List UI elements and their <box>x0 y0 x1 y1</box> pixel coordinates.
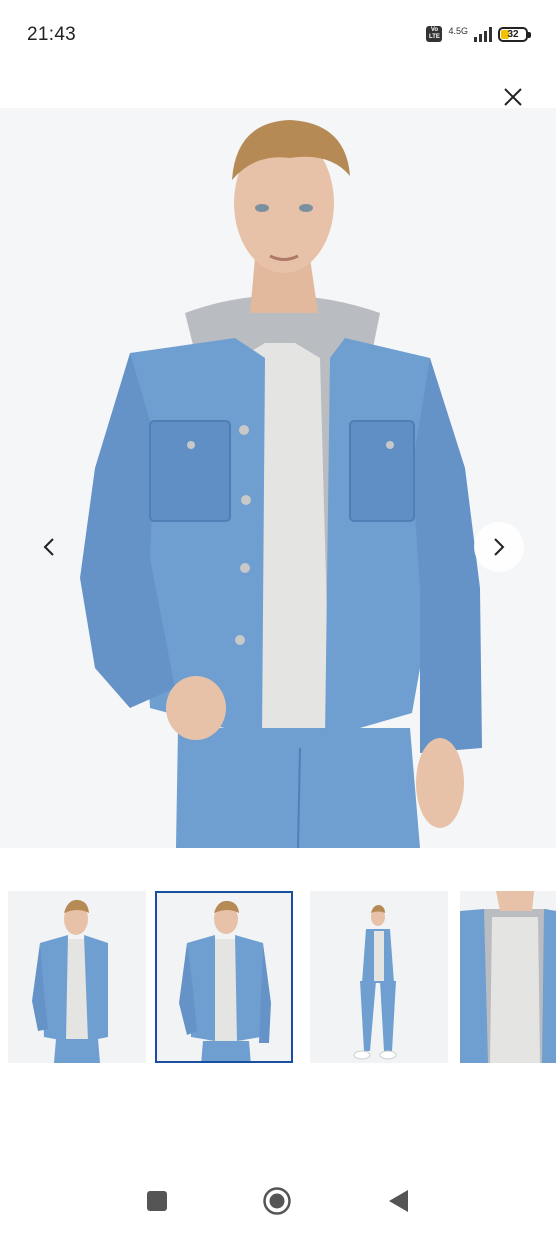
network-type: 4.5G <box>448 25 468 36</box>
battery-icon: 32 <box>498 26 531 42</box>
status-icons: Vo LTE 4.5G 32 <box>426 24 531 44</box>
volte-icon: Vo LTE <box>426 26 443 42</box>
signal-icon <box>474 26 492 42</box>
circle-icon <box>263 1187 291 1215</box>
thumbnail-image <box>32 899 108 1063</box>
thumbnail-3[interactable] <box>310 891 448 1063</box>
model-illustration <box>0 108 556 848</box>
square-icon <box>147 1191 167 1211</box>
recents-button[interactable] <box>146 1190 168 1212</box>
next-image-button[interactable] <box>474 522 524 572</box>
thumbnail-2[interactable] <box>155 891 293 1063</box>
chevron-right-icon <box>494 538 505 556</box>
thumbnail-image <box>353 905 397 1060</box>
thumbnail-strip[interactable] <box>0 889 556 1067</box>
thumbnail-image <box>179 900 271 1061</box>
back-button[interactable] <box>388 1189 410 1213</box>
volte-label-top: Vo <box>430 27 439 33</box>
chevron-left-icon <box>43 538 54 556</box>
thumbnail-image <box>460 891 556 1063</box>
battery-level: 32 <box>507 28 519 40</box>
status-bar: 21:43 Vo LTE 4.5G 32 <box>0 0 556 70</box>
home-button[interactable] <box>262 1186 292 1216</box>
thumbnail-4[interactable] <box>460 891 556 1063</box>
volte-label-bottom: LTE <box>429 34 440 40</box>
system-nav-bar <box>0 1160 556 1235</box>
status-time: 21:43 <box>27 24 77 45</box>
previous-image-button[interactable] <box>24 522 74 572</box>
product-main-image[interactable] <box>0 108 556 848</box>
triangle-back-icon <box>389 1190 408 1212</box>
thumbnail-1[interactable] <box>8 891 146 1063</box>
